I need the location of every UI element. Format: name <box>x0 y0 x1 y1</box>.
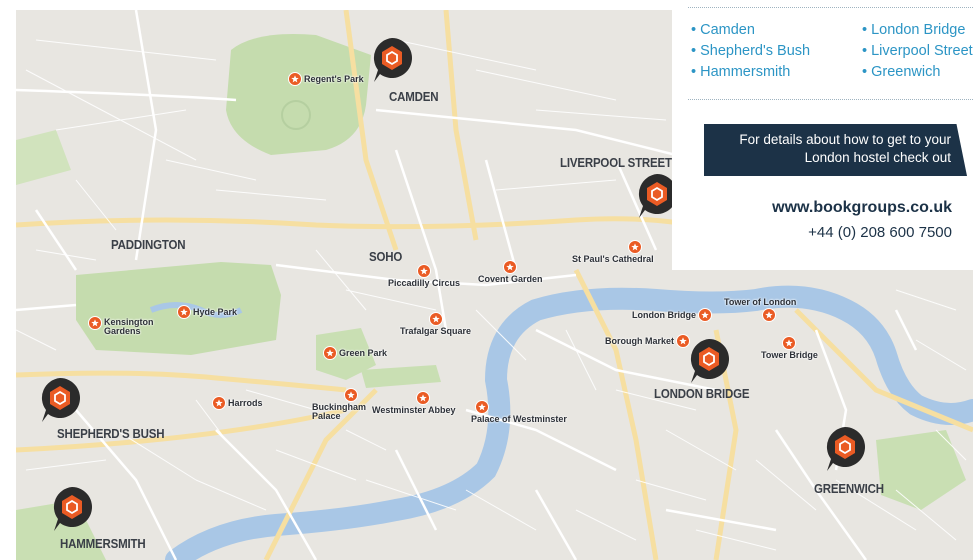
location-greenwich[interactable]: • Greenwich <box>862 63 940 81</box>
landmark-label: Palace of Westminster <box>471 414 567 424</box>
star-icon <box>676 334 691 348</box>
landmark-regents-park[interactable]: Regent's Park <box>288 72 364 86</box>
star-icon <box>88 316 102 330</box>
area-label-liverpool-street: LIVERPOOL STREET <box>560 156 672 170</box>
star-icon <box>475 400 489 414</box>
star-icon <box>177 305 191 319</box>
banner-line-2: London hostel check out <box>804 150 951 165</box>
landmark-hyde-park[interactable]: Hyde Park <box>177 305 237 319</box>
landmark-borough-market[interactable]: Borough Market <box>605 334 691 348</box>
star-icon <box>782 336 797 350</box>
landmark-label: Trafalgar Square <box>400 326 472 336</box>
star-icon <box>503 260 518 274</box>
location-hammersmith[interactable]: • Hammersmith <box>691 63 790 81</box>
website-link[interactable]: www.bookgroups.co.uk <box>772 199 952 217</box>
hostel-marker-camden[interactable] <box>370 36 414 84</box>
landmark-label: Buckingham Palace <box>312 402 367 421</box>
landmark-westminster-abbey[interactable]: Westminster Abbey <box>372 391 456 415</box>
landmark-st-pauls[interactable]: St Paul's Cathedral <box>572 240 654 264</box>
hostel-marker-hammersmith[interactable] <box>50 485 94 533</box>
hostel-marker-greenwich[interactable] <box>823 425 867 473</box>
landmark-label: Harrods <box>228 397 263 408</box>
landmark-london-bridge[interactable]: London Bridge <box>632 308 712 322</box>
star-icon <box>428 312 443 326</box>
landmark-covent-garden[interactable]: Covent Garden <box>478 260 543 284</box>
landmark-label: Piccadilly Circus <box>388 278 461 288</box>
landmark-palace-of-westminster[interactable]: Palace of Westminster <box>471 400 567 424</box>
location-london-bridge[interactable]: • London Bridge <box>862 21 965 39</box>
landmark-kensington-gardens[interactable]: Kensington Gardens <box>88 316 154 336</box>
location-liverpool-street[interactable]: • Liverpool Street <box>862 42 973 60</box>
landmark-label: London Bridge <box>632 309 696 320</box>
area-label-greenwich: GREENWICH <box>814 482 884 496</box>
phone-number[interactable]: +44 (0) 208 600 7500 <box>808 224 952 241</box>
landmark-label: Tower of London <box>724 297 797 307</box>
landmark-tower-bridge[interactable]: Tower Bridge <box>761 336 818 360</box>
landmark-tower-of-london[interactable]: Tower of London <box>724 298 796 322</box>
star-icon <box>415 391 430 405</box>
area-label-shepherds-bush: SHEPHERD'S BUSH <box>57 427 165 441</box>
star-icon <box>762 308 777 322</box>
banner-line-1: For details about how to get to your <box>739 132 951 147</box>
star-icon <box>417 264 432 278</box>
star-icon <box>288 72 302 86</box>
landmark-label: Hyde Park <box>193 306 238 317</box>
landmark-label: Green Park <box>339 347 388 358</box>
bottom-divider <box>688 99 973 100</box>
landmark-label: Kensington Gardens <box>104 317 154 336</box>
hostel-marker-london-bridge[interactable] <box>687 337 731 385</box>
star-icon <box>627 240 642 254</box>
location-camden[interactable]: • Camden <box>691 21 755 39</box>
top-divider <box>688 7 973 8</box>
landmark-label: Regent's Park <box>304 73 364 84</box>
landmark-green-park[interactable]: Green Park <box>323 346 387 360</box>
star-icon <box>698 308 712 322</box>
area-label-camden: CAMDEN <box>389 90 439 104</box>
landmark-buckingham-palace[interactable]: Buckingham Palace <box>312 388 367 421</box>
landmark-label: Borough Market <box>605 335 675 346</box>
location-shepherds-bush[interactable]: • Shepherd's Bush <box>691 42 810 60</box>
hostel-marker-shepherds-bush[interactable] <box>38 376 82 424</box>
landmark-label: Covent Garden <box>478 274 543 284</box>
area-label-paddington: PADDINGTON <box>111 238 186 252</box>
star-icon <box>212 396 226 410</box>
landmark-trafalgar-square[interactable]: Trafalgar Square <box>400 312 471 336</box>
landmark-piccadilly-circus[interactable]: Piccadilly Circus <box>388 264 460 288</box>
landmark-label: St Paul's Cathedral <box>572 254 654 264</box>
details-banner: For details about how to get to your Lon… <box>704 124 967 176</box>
area-label-london-bridge: LONDON BRIDGE <box>654 387 750 401</box>
star-icon <box>323 346 337 360</box>
landmark-label: Westminster Abbey <box>372 405 456 415</box>
landmark-label: Tower Bridge <box>761 350 818 360</box>
landmark-harrods[interactable]: Harrods <box>212 396 263 410</box>
area-label-hammersmith: HAMMERSMITH <box>60 537 146 551</box>
star-icon <box>344 388 358 402</box>
area-label-soho: SOHO <box>369 250 403 264</box>
